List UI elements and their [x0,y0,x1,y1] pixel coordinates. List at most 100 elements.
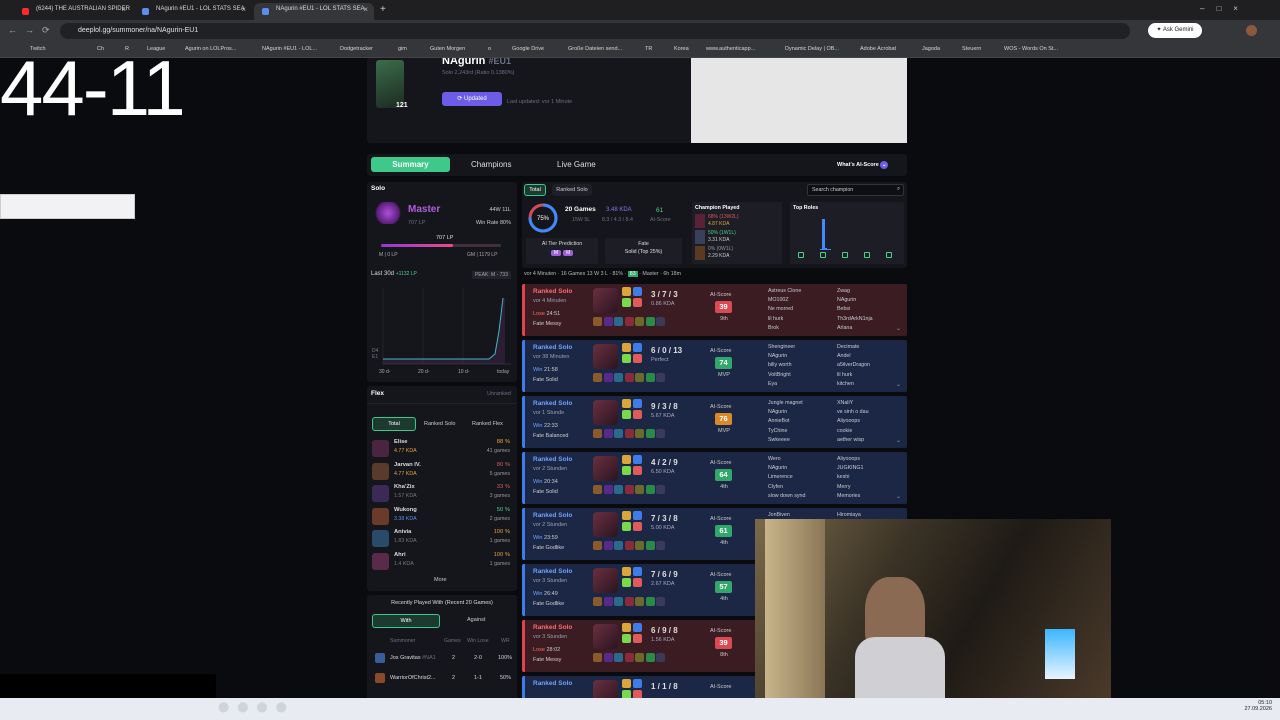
chevron-down-icon[interactable]: ⌄ [896,437,901,444]
tab-against[interactable]: Against [467,617,485,623]
player-name[interactable]: Th3rdArkN1nja [837,315,873,324]
player-name[interactable]: slow down synd [768,492,805,501]
bookmark[interactable]: Große Dateien send... [568,46,622,52]
flex-champion-row[interactable]: Elise 4.77 KDA 88 % 41 games [372,438,512,460]
bookmark[interactable]: Dynamic Delay | OB... [785,46,839,52]
bookmark[interactable]: Adobe Acrobat [860,46,896,52]
player-name[interactable]: Limerence [768,473,805,482]
player-name[interactable]: VoltBright [768,371,795,380]
player-name[interactable]: Aliyooops [837,417,869,426]
match-row[interactable]: Ranked Solo vor 1 Stunde Win 22:33 Fate … [522,396,907,448]
bookmark[interactable]: o [488,46,491,52]
close-icon[interactable]: × [363,5,368,14]
bookmark[interactable]: Dodgetracker [340,46,373,52]
filter-total[interactable]: Total [524,184,546,196]
bookmark[interactable]: Agurin on LOLPros... [185,46,236,52]
tab-with[interactable]: With [372,614,440,628]
player-name[interactable]: Bebsi [837,305,873,314]
bookmark[interactable]: gim [398,46,407,52]
player-name[interactable]: Swkeeee [768,436,803,445]
match-row[interactable]: Ranked Solo vor 2 Stunden Win 20:34 Fate… [522,452,907,504]
player-name[interactable]: XNaliY [837,399,869,408]
player-name[interactable]: JUGKING1 [837,464,864,473]
filter-ranked-solo[interactable]: Ranked Solo [424,421,456,427]
search-champion-input[interactable]: Search champion ⌕ [807,184,904,196]
player-name[interactable]: Decimate [837,343,870,352]
ai-score-dropdown[interactable]: What's AI-Score ⌄ [837,161,889,169]
bookmark[interactable]: www.authenticapp... [706,46,755,52]
recent-row-name[interactable]: WarriorOfChrist2... [390,675,436,681]
match-row[interactable]: Ranked Solo vor 38 Minuten Win 21:58 Fat… [522,340,907,392]
flex-champion-row[interactable]: Ahri 1.4 KDA 100 % 1 games [372,551,512,573]
new-tab-icon[interactable]: + [380,4,386,15]
player-name[interactable]: NAgurin [837,296,873,305]
filter-ranked-flex[interactable]: Ranked Flex [472,421,503,427]
taskbar-apps[interactable]: ⬤⬤⬤⬤ [218,702,295,713]
close-icon[interactable]: × [121,5,126,14]
bookmark[interactable]: WOS - Words On St... [1004,46,1058,52]
browser-tab-3[interactable]: NAgurin #EU1 - LOL STATS SEA × [254,3,374,20]
chevron-down-icon[interactable]: ⌄ [896,493,901,500]
player-name[interactable]: Eya [768,380,795,389]
player-name[interactable]: a5ilverDragon [837,361,870,370]
bookmark[interactable]: Google Drive [512,46,544,52]
player-name[interactable]: lil hurk [837,371,870,380]
filter-total[interactable]: Total [372,417,416,431]
bookmark[interactable]: Steuern [962,46,981,52]
player-name[interactable]: Wero [768,455,805,464]
bookmark[interactable]: NAgurin #EU1 - LOL... [262,46,317,52]
player-name[interactable]: Aliyooops [837,455,864,464]
player-name[interactable]: ve sinh o dau [837,408,869,417]
url-input[interactable]: deeplol.gg/summoner/na/NAgurin-EU1 [60,23,1130,39]
player-name[interactable]: NAgurin [768,352,795,361]
ask-gemini-button[interactable]: ✦ Ask Gemini [1148,23,1202,38]
player-name[interactable]: Astreus Clone [768,287,801,296]
player-name[interactable]: MO100Z [768,296,801,305]
clock[interactable]: 05:10 27.09.2026 [1224,700,1272,712]
profile-avatar[interactable] [1246,25,1257,36]
recent-row-name[interactable]: Jos Gravitas #NA1 [390,655,436,661]
player-name[interactable]: Andel [837,352,870,361]
player-name[interactable]: lil hurk [768,315,801,324]
tab-champions[interactable]: Champions [471,160,511,169]
bookmark[interactable]: TR [645,46,652,52]
window-controls[interactable]: –□× [1200,4,1250,13]
player-name[interactable]: kitchen [837,380,870,389]
flex-champion-row[interactable]: Anivia 1.83 KDA 100 % 1 games [372,528,512,550]
player-name[interactable]: Brok [768,324,801,333]
player-name[interactable]: Arlana [837,324,873,333]
chevron-down-icon[interactable]: ⌄ [896,381,901,388]
player-name[interactable]: NAgurin [768,408,803,417]
nav-buttons[interactable]: ←→⟳ [8,25,58,36]
player-name[interactable]: aether wisp [837,436,869,445]
bookmark[interactable]: Jagoda [922,46,940,52]
player-name[interactable]: Zwag [837,287,873,296]
player-name[interactable]: NAgurin [768,464,805,473]
browser-tab-1[interactable]: (6244) THE AUSTRALIAN SPIDER × [14,3,132,20]
player-name[interactable]: Merry [837,483,864,492]
tab-live-game[interactable]: Live Game [557,160,596,169]
flex-champion-row[interactable]: Kha'Zix 1.57 KDA 33 % 3 games [372,483,512,505]
player-name[interactable]: Jungle magnet [768,399,803,408]
player-name[interactable]: AnnieBot [768,417,803,426]
flex-champion-row[interactable]: Jarvan IV. 4.77 KDA 80 % 5 games [372,461,512,483]
match-row[interactable]: Ranked Solo vor 4 Minuten Lose 24:51 Fat… [522,284,907,336]
more-button[interactable]: More [434,577,447,583]
player-name[interactable]: Clyfen [768,483,805,492]
player-name[interactable]: keshi [837,473,864,482]
close-icon[interactable]: × [241,5,246,14]
player-name[interactable]: Memories [837,492,864,501]
player-name[interactable]: Ne morred [768,305,801,314]
flex-champion-row[interactable]: Wukong 3.38 KDA 50 % 2 games [372,506,512,528]
player-name[interactable]: TyChine [768,427,803,436]
player-name[interactable]: Shengineer [768,343,795,352]
player-name[interactable]: billy worth [768,361,795,370]
filter-ranked-solo[interactable]: Ranked Solo [552,184,592,196]
tab-summary[interactable]: Summary [371,157,450,172]
bookmark[interactable]: Korea [674,46,689,52]
update-button[interactable]: ⟳ Updated [442,92,502,106]
browser-tab-2[interactable]: NAgurin #EU1 - LOL STATS SEA × [134,3,252,20]
bookmark[interactable]: Guten Morgen [430,46,465,52]
chevron-down-icon[interactable]: ⌄ [896,325,901,332]
player-name[interactable]: cookie [837,427,869,436]
